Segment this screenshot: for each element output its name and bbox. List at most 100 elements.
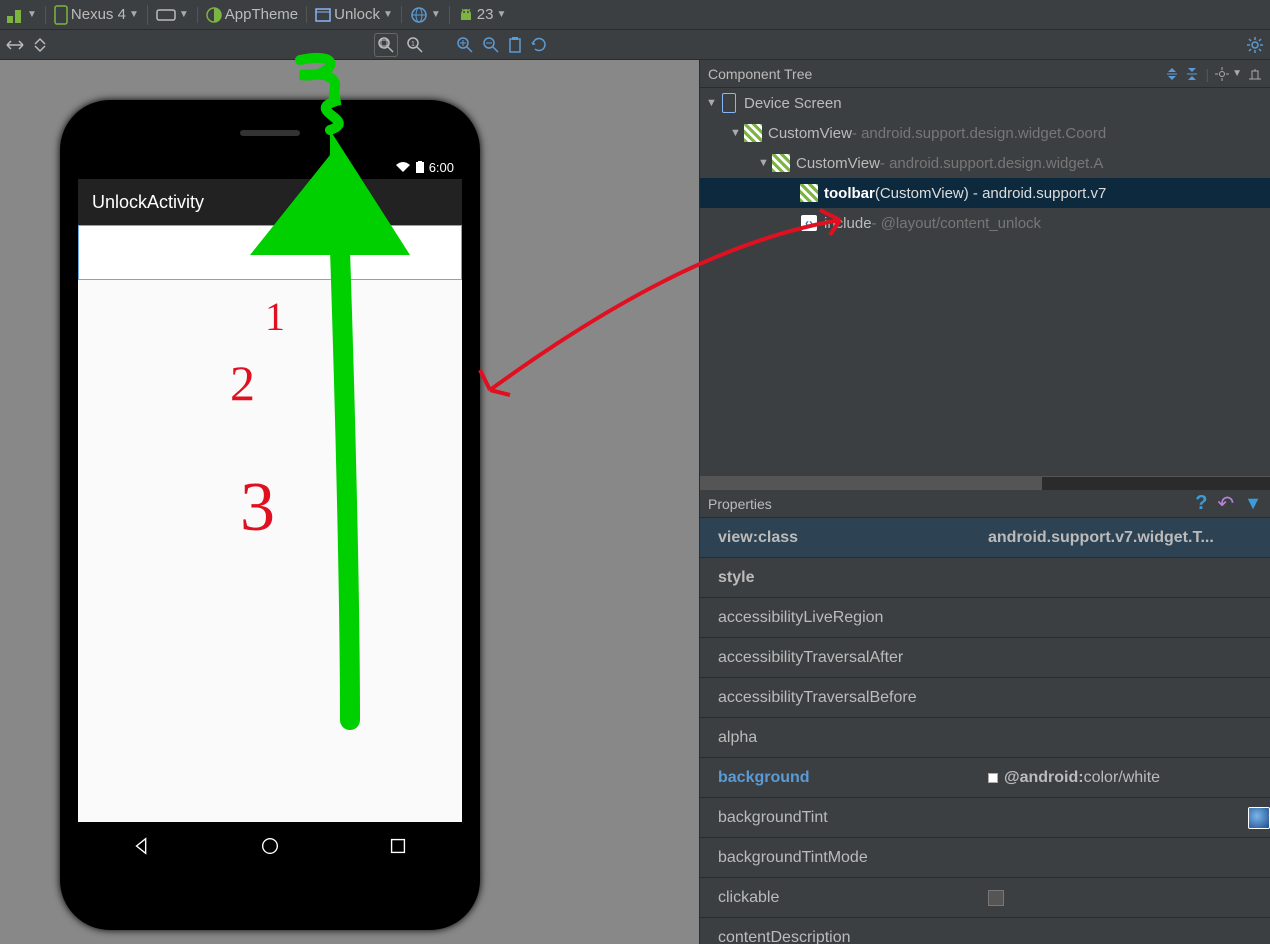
tree-item-suffix: (CustomView) - android.support.v7 (875, 185, 1107, 202)
tree-item-label: CustomView (768, 125, 852, 142)
properties-header-row: view:class android.support.v7.widget.T..… (700, 518, 1270, 558)
zoom-actual-icon[interactable]: 1 (406, 36, 424, 54)
locale-selector[interactable]: ▼ (410, 6, 441, 24)
tree-item-suffix: - android.support.design.widget.Coord (852, 125, 1106, 142)
orientation-button[interactable]: ▼ (156, 7, 189, 23)
tree-item-suffix: - @layout/content_unlock (872, 215, 1042, 232)
nav-recent-icon[interactable] (387, 835, 409, 857)
property-name: alpha (700, 729, 980, 747)
tree-expand-icon[interactable] (1165, 66, 1179, 82)
wifi-icon (395, 161, 411, 173)
customview-icon (772, 154, 790, 172)
property-value[interactable] (980, 890, 1270, 906)
nav-back-icon[interactable] (131, 835, 153, 857)
property-value-text: @android:color/white (1004, 769, 1160, 787)
property-row-background[interactable]: background @android:color/white (700, 758, 1270, 798)
property-name: backgroundTintMode (700, 849, 980, 867)
tree-item-label: toolbar (824, 185, 875, 202)
tree-item-customview[interactable]: ▼ CustomView - android.support.design.wid… (700, 148, 1270, 178)
tree-settings-icon[interactable]: ▼ (1215, 66, 1242, 82)
tree-item-suffix: - android.support.design.widget.A (880, 155, 1103, 172)
tree-expander-icon[interactable]: ▼ (730, 127, 744, 139)
design-second-toolbar: 1 (0, 30, 1270, 60)
device-screen: 6:00 UnlockActivity (78, 155, 462, 870)
api-selector-label: 23 (477, 6, 494, 23)
property-name: accessibilityTraversalAfter (700, 649, 980, 667)
battery-icon (416, 161, 424, 173)
design-top-toolbar: ▼ Nexus 4 ▼ ▼ AppTheme Unlock ▼ ▼ (0, 0, 1270, 30)
app-bar: UnlockActivity (78, 179, 462, 225)
tree-horizontal-scrollbar[interactable] (700, 476, 1270, 490)
device-selector[interactable]: Nexus 4 ▼ (54, 5, 139, 25)
property-name: accessibilityLiveRegion (700, 609, 980, 627)
property-name: accessibilityTraversalBefore (700, 689, 980, 707)
settings-icon[interactable] (1246, 36, 1264, 54)
tree-item-device-screen[interactable]: ▼ Device Screen (700, 88, 1270, 118)
tree-item-label: Device Screen (744, 95, 842, 112)
palette-icon[interactable]: ▼ (6, 6, 37, 24)
checkbox[interactable] (988, 890, 1004, 906)
property-name: backgroundTint (700, 809, 980, 827)
property-row-style[interactable]: style (700, 558, 1270, 598)
property-row-accessibilityTraversalAfter[interactable]: accessibilityTraversalAfter (700, 638, 1270, 678)
svg-text:1: 1 (411, 41, 415, 48)
toggle-width-icon[interactable] (6, 38, 24, 52)
resource-picker-icon[interactable] (1248, 807, 1270, 829)
tree-item-customview[interactable]: ▼ CustomView - android.support.design.wid… (700, 118, 1270, 148)
tree-item-label: CustomView (796, 155, 880, 172)
device-icon (720, 94, 738, 112)
property-row-backgroundTint[interactable]: backgroundTint (700, 798, 1270, 838)
property-value[interactable]: @android:color/white (980, 769, 1270, 787)
theme-selector[interactable]: AppTheme (206, 6, 298, 23)
property-name: contentDescription (700, 929, 980, 944)
zoom-out-icon[interactable] (482, 36, 500, 54)
status-bar: 6:00 (78, 155, 462, 179)
help-icon[interactable]: ? (1195, 492, 1207, 515)
tree-expander-icon[interactable]: ▼ (706, 97, 720, 109)
device-frame: 6:00 UnlockActivity (60, 100, 480, 930)
clipboard-icon[interactable] (508, 36, 522, 54)
prop-header-value: android.support.v7.widget.T... (980, 529, 1270, 547)
design-preview-surface[interactable]: 6:00 UnlockActivity (0, 60, 700, 944)
property-row-backgroundTintMode[interactable]: backgroundTintMode (700, 838, 1270, 878)
toggle-fit-icon[interactable] (32, 37, 48, 53)
nav-bar (78, 822, 462, 870)
tree-item-toolbar[interactable]: toolbar (CustomView) - android.support.v… (700, 178, 1270, 208)
activity-selector-label: Unlock (334, 6, 380, 23)
property-row-clickable[interactable]: clickable (700, 878, 1270, 918)
property-value[interactable] (980, 807, 1270, 829)
component-tree[interactable]: ▼ Device Screen ▼ CustomView - android.supp… (700, 88, 1270, 476)
property-row-accessibilityTraversalBefore[interactable]: accessibilityTraversalBefore (700, 678, 1270, 718)
app-toolbar[interactable] (78, 225, 462, 280)
properties-header: Properties ? ↶ ▼ (700, 490, 1270, 518)
customview-icon (744, 124, 762, 142)
property-name: background (700, 769, 980, 787)
property-row-accessibilityLiveRegion[interactable]: accessibilityLiveRegion (700, 598, 1270, 638)
properties-table[interactable]: view:class android.support.v7.widget.T..… (700, 518, 1270, 944)
tree-expander-icon[interactable]: ▼ (758, 157, 772, 169)
property-row-contentDescription[interactable]: contentDescription (700, 918, 1270, 944)
nav-home-icon[interactable] (259, 835, 281, 857)
include-icon: ‹› (800, 214, 818, 232)
activity-selector[interactable]: Unlock ▼ (315, 6, 393, 23)
app-content (78, 280, 462, 822)
tree-collapse-icon[interactable] (1185, 66, 1199, 82)
filter-icon[interactable]: ▼ (1244, 493, 1262, 514)
component-tree-header: Component Tree | ▼ (700, 60, 1270, 88)
api-selector[interactable]: 23 ▼ (458, 6, 507, 23)
zoom-in-icon[interactable] (456, 36, 474, 54)
prop-header-name: view:class (700, 529, 980, 547)
property-row-alpha[interactable]: alpha (700, 718, 1270, 758)
device-selector-label: Nexus 4 (71, 6, 126, 23)
property-name: style (700, 569, 980, 587)
tree-hide-icon[interactable] (1248, 66, 1262, 82)
tree-item-include[interactable]: ‹› include - @layout/content_unlock (700, 208, 1270, 238)
property-name: clickable (700, 889, 980, 907)
tree-item-label: include (824, 215, 872, 232)
refresh-icon[interactable] (530, 36, 548, 54)
color-swatch-icon (988, 773, 998, 783)
component-tree-title: Component Tree (708, 66, 812, 82)
undo-icon[interactable]: ↶ (1217, 491, 1234, 516)
theme-selector-label: AppTheme (225, 6, 298, 23)
zoom-fit-icon[interactable] (374, 33, 398, 57)
